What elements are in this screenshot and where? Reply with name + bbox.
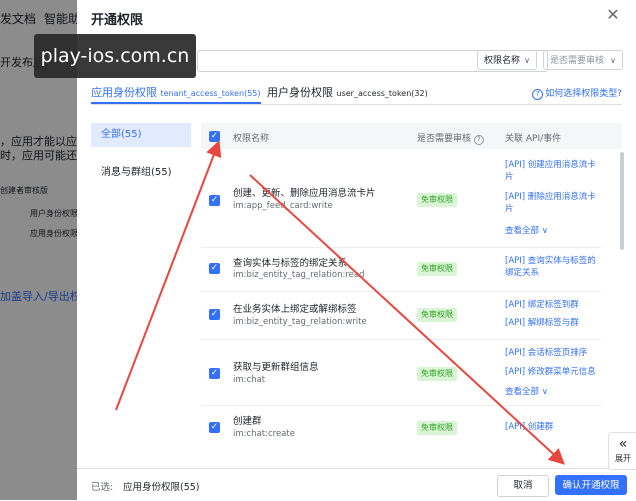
row-checkbox[interactable]: ✓ (209, 422, 220, 433)
confirm-permissions-button[interactable]: 确认开通权限 (555, 475, 627, 495)
table-scrollbar[interactable] (620, 152, 624, 250)
api-link[interactable]: [API] 删除应用消息流卡片 (505, 191, 601, 215)
review-badge: 免审权限 (417, 367, 457, 381)
permission-code: im:biz_entity_tag_relation:write (233, 317, 367, 327)
tab-token: tenant_access_token(55) (160, 89, 261, 98)
api-link[interactable]: [API] 修改群菜单元信息 (505, 366, 601, 378)
category-message-group[interactable]: 消息与群组(55) (91, 161, 191, 185)
expand-label: 展开 (615, 454, 631, 463)
drawer-footer: 已选: 应用身份权限(55) 取消 确认开通权限 (77, 468, 636, 501)
expand-panel-button[interactable]: « 展开 (608, 432, 636, 470)
api-link[interactable]: [API] 查询实体与标签的绑定关系 (505, 255, 601, 279)
permission-name: 在业务实体上绑定或解绑标签 (233, 304, 357, 315)
question-icon: ? (532, 89, 544, 100)
tab-user-permissions[interactable]: 用户身份权限 user_access_token(32) (267, 84, 428, 100)
api-link[interactable]: [API] 创建群 (505, 421, 601, 433)
header-review: 是否需要审核 ? (417, 131, 484, 145)
help-link-text: 如何选择权限类型? (545, 89, 622, 99)
review-filter-placeholder: 是否需要审核 (550, 56, 605, 66)
api-link[interactable]: [API] 解绑标签与群 (505, 317, 601, 329)
permission-name: 查询实体与标签的绑定关系 (233, 258, 348, 269)
view-all-text: 查看全部 (505, 387, 540, 397)
header-related-api: 关联 API/事件 (505, 134, 562, 144)
category-list: 全部(55) 消息与群组(55) (91, 123, 191, 199)
view-all-link[interactable]: 查看全部 ∨ (505, 385, 548, 397)
chevron-down-icon: ∨ (610, 56, 616, 65)
tab-label: 用户身份权限 (267, 86, 333, 99)
permission-name: 获取与更新群组信息 (233, 362, 319, 373)
category-all[interactable]: 全部(55) (91, 123, 191, 147)
selected-value: 应用身份权限(55) (123, 482, 200, 493)
view-all-link[interactable]: 查看全部 ∨ (505, 224, 548, 236)
tab-token: user_access_token(32) (336, 89, 428, 98)
permission-name-select-value: 权限名称 (484, 56, 521, 66)
header-review-label: 是否需要审核 (417, 134, 472, 144)
api-link[interactable]: [API] 创建应用消息流卡片 (505, 159, 601, 183)
permission-code: im:app_feed_card:write (233, 201, 333, 211)
select-all-checkbox[interactable]: ✓ (209, 131, 220, 142)
close-icon[interactable]: ✕ (604, 6, 622, 24)
api-link[interactable]: [API] 绑定标签到群 (505, 299, 601, 311)
review-badge: 免审权限 (417, 262, 457, 276)
header-permission-name: 权限名称 (233, 134, 270, 144)
permission-code: im:chat:create (233, 429, 295, 439)
tab-label: 应用身份权限 (91, 86, 157, 99)
api-link[interactable]: [API] 会话标签页排序 (505, 347, 601, 359)
review-filter-select[interactable]: 是否需要审核 ∨ (543, 50, 623, 70)
watermark: play-ios.com.cn (34, 34, 196, 78)
review-badge: 免审权限 (417, 193, 457, 207)
permission-name: 创建群 (233, 416, 262, 427)
table-row: ✓ 创建、更新、删除应用消息流卡片 im:app_feed_card:write… (201, 149, 601, 248)
table-row: ✓ 在业务实体上绑定或解绑标签 im:biz_entity_tag_relati… (201, 291, 601, 340)
row-checkbox[interactable]: ✓ (209, 309, 220, 320)
permission-type-tabs: 应用身份权限 tenant_access_token(55) 用户身份权限 us… (91, 78, 622, 105)
double-chevron-left-icon: « (618, 436, 628, 452)
selected-label: 已选: (91, 482, 114, 493)
table-row: ✓ 获取与更新群组信息 im:chat 免审权限 [API] 会话标签页排序 [… (201, 339, 601, 406)
table-row: ✓ 查询实体与标签的绑定关系 im:biz_entity_tag_relatio… (201, 247, 601, 292)
permission-name: 创建、更新、删除应用消息流卡片 (233, 188, 376, 199)
review-badge: 免审权限 (417, 421, 457, 435)
cancel-button[interactable]: 取消 (497, 475, 549, 497)
review-badge: 免审权限 (417, 308, 457, 322)
active-tab-indicator (91, 102, 261, 104)
table-row: ✓ 创建群 im:chat:create 免审权限 [API] 创建群 (201, 405, 601, 453)
drawer-title: 开通权限 (91, 13, 144, 28)
row-checkbox[interactable]: ✓ (209, 263, 220, 274)
permission-code: im:chat (233, 375, 266, 385)
chevron-down-icon: ∨ (541, 226, 548, 236)
info-icon[interactable]: ? (473, 135, 484, 145)
table-header: ✓ 权限名称 是否需要审核 ? 关联 API/事件 (201, 123, 622, 149)
row-checkbox[interactable]: ✓ (209, 368, 220, 379)
view-all-text: 查看全部 (505, 226, 540, 236)
row-checkbox[interactable]: ✓ (209, 195, 220, 206)
permission-name-select[interactable]: 权限名称 ∨ (477, 50, 537, 70)
permission-code: im:biz_entity_tag_relation:read (233, 270, 365, 280)
chevron-down-icon: ∨ (524, 56, 530, 65)
permission-type-help-link[interactable]: ? 如何选择权限类型? (532, 86, 622, 100)
tab-tenant-permissions[interactable]: 应用身份权限 tenant_access_token(55) (91, 84, 261, 100)
chevron-down-icon: ∨ (541, 387, 548, 397)
permission-table: ✓ 权限名称 是否需要审核 ? 关联 API/事件 ✓ 创建、更新、删除应用消息… (201, 123, 622, 453)
